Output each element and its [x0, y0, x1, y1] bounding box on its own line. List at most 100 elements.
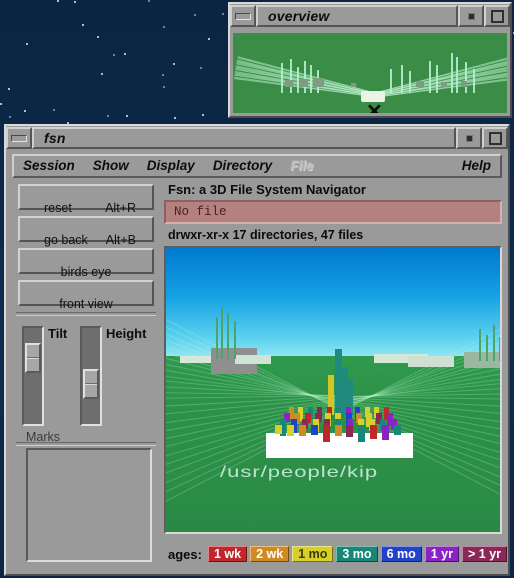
- star: [8, 88, 10, 90]
- star: [107, 115, 109, 117]
- fsn-titlebar[interactable]: fsn: [6, 126, 508, 150]
- age-chip-1-yr[interactable]: 1 yr: [424, 545, 459, 562]
- menu-file: File: [290, 158, 314, 173]
- file-block: [299, 425, 306, 436]
- directory-block: [408, 356, 454, 367]
- file-column: [216, 317, 218, 359]
- reset-button[interactable]: reset Alt+R: [18, 184, 154, 215]
- go-back-button[interactable]: go back Alt+B: [18, 216, 154, 247]
- window-menu-icon[interactable]: [458, 5, 484, 27]
- star: [57, 0, 59, 2]
- tilt-slider-thumb[interactable]: [25, 343, 41, 373]
- file-column: [227, 313, 229, 359]
- slider-group: Tilt Height: [12, 322, 160, 434]
- minimize-icon[interactable]: [230, 5, 256, 27]
- menu-show[interactable]: Show: [84, 157, 138, 175]
- overview-title: overview: [268, 8, 330, 24]
- fsn-window[interactable]: fsn Session Show Display Directory File …: [4, 124, 510, 576]
- ages-label: ages:: [168, 546, 202, 562]
- overview-scene[interactable]: ✕: [233, 33, 507, 113]
- overview-file-column: [451, 53, 453, 93]
- overview-titlebar[interactable]: overview: [230, 4, 510, 28]
- star: [173, 63, 175, 65]
- file-status-field[interactable]: No file: [164, 200, 502, 224]
- star: [202, 114, 204, 116]
- window-menu-dot: [466, 135, 472, 141]
- star: [222, 13, 224, 15]
- directory-stats: drwxr-xr-x 17 directories, 47 files: [168, 228, 364, 242]
- tilt-slider[interactable]: [22, 326, 44, 426]
- star: [82, 24, 84, 26]
- 3d-viewport[interactable]: /usr/people/kip: [164, 246, 502, 534]
- overview-file-column: [290, 59, 292, 93]
- star: [194, 14, 196, 16]
- age-chip--1-yr[interactable]: > 1 yr: [462, 545, 508, 562]
- age-chip-1-wk[interactable]: 1 wk: [207, 545, 248, 562]
- ages-chip-group: 1 wk 2 wk 1 mo 3 mo 6 mo 1 yr > 1 yr: [207, 545, 510, 564]
- star: [126, 115, 128, 117]
- file-block: [382, 425, 389, 440]
- fsn-body: reset Alt+R go back Alt+B birds eye fron…: [12, 180, 508, 568]
- overview-directory-block: [313, 78, 324, 87]
- star: [97, 36, 99, 38]
- star: [208, 38, 210, 40]
- file-column: [221, 307, 223, 359]
- overview-title-area: overview: [256, 5, 458, 27]
- file-block: [275, 425, 282, 434]
- menu-display[interactable]: Display: [138, 157, 204, 175]
- file-column: [234, 321, 236, 359]
- age-chip-1-mo[interactable]: 1 mo: [292, 545, 334, 562]
- overview-directory-block: [351, 83, 356, 87]
- overview-file-column: [473, 69, 475, 93]
- menu-directory[interactable]: Directory: [204, 157, 281, 175]
- file-block: [311, 425, 318, 435]
- control-panel: reset Alt+R go back Alt+B birds eye fron…: [12, 180, 160, 568]
- overview-directory-block: [416, 81, 424, 87]
- age-chip-2-wk[interactable]: 2 wk: [250, 545, 290, 562]
- menu-help[interactable]: Help: [453, 157, 500, 175]
- star: [162, 74, 164, 76]
- menu-session[interactable]: Session: [14, 157, 84, 175]
- star: [9, 116, 11, 118]
- tilt-label: Tilt: [48, 326, 68, 341]
- directory-block: [235, 355, 271, 364]
- age-chip-6-mo[interactable]: 6 mo: [380, 545, 422, 562]
- birds-eye-button[interactable]: birds eye: [18, 248, 154, 279]
- path-label: /usr/people/kip: [220, 462, 379, 481]
- file-block: [394, 425, 401, 435]
- main-panel: Fsn: a 3D File System Navigator No file …: [164, 180, 508, 568]
- star: [163, 26, 165, 28]
- minimize-icon[interactable]: [6, 127, 32, 149]
- file-column: [493, 325, 495, 361]
- height-label: Height: [106, 326, 147, 341]
- height-slider[interactable]: [80, 326, 102, 426]
- marks-title: Marks: [26, 430, 61, 444]
- current-directory-platform: [266, 433, 413, 458]
- star: [26, 43, 28, 45]
- minimize-glyph: [235, 12, 251, 20]
- overview-directory-block: [299, 79, 308, 87]
- star: [24, 110, 26, 112]
- window-menu-icon[interactable]: [456, 127, 482, 149]
- overview-file-column: [429, 61, 431, 93]
- overview-directory-block: [285, 80, 293, 87]
- page-title: Fsn: a 3D File System Navigator: [168, 182, 366, 197]
- front-view-button[interactable]: front view: [18, 280, 154, 311]
- front-view-label: front view: [59, 297, 113, 311]
- maximize-icon[interactable]: [482, 127, 508, 149]
- age-chip-3-mo[interactable]: 3 mo: [336, 545, 378, 562]
- overview-window[interactable]: overview ✕: [228, 2, 512, 118]
- maximize-icon[interactable]: [484, 5, 510, 27]
- file-block: [370, 425, 377, 439]
- star: [74, 1, 76, 3]
- star: [101, 73, 103, 75]
- star: [163, 86, 165, 88]
- overview-position-marker: ✕: [366, 101, 383, 113]
- maximize-glyph: [488, 131, 502, 145]
- marks-list[interactable]: [26, 448, 152, 562]
- view-button-group: reset Alt+R go back Alt+B birds eye fron…: [12, 180, 160, 311]
- height-slider-thumb[interactable]: [83, 369, 99, 399]
- overview-file-column: [401, 65, 403, 93]
- file-block: [335, 425, 342, 436]
- star: [113, 54, 115, 56]
